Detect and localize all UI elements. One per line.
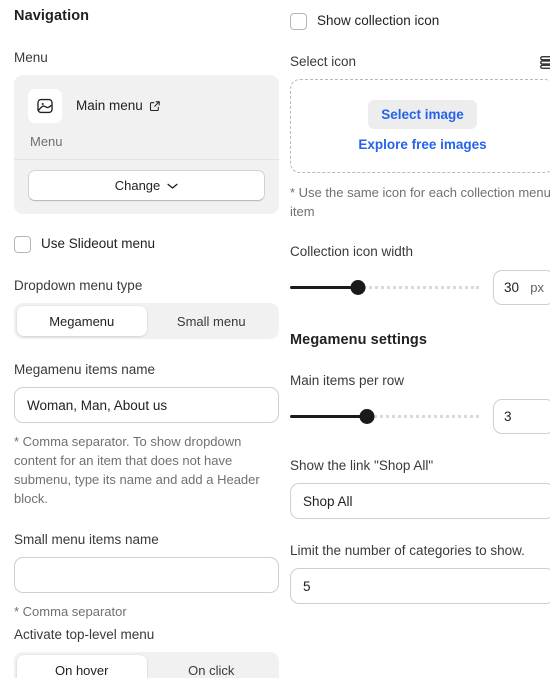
image-icon bbox=[36, 97, 54, 115]
segment-on-click[interactable]: On click bbox=[147, 655, 277, 678]
megamenu-items-name-label: Megamenu items name bbox=[14, 362, 156, 377]
megamenu-settings-title: Megamenu settings bbox=[290, 332, 428, 348]
megamenu-items-name-help: * Comma separator. To show dropdown cont… bbox=[14, 434, 260, 506]
show-collection-icon-row[interactable]: Show collection icon bbox=[290, 11, 550, 31]
show-collection-icon-label: Show collection icon bbox=[317, 13, 440, 28]
change-menu-label: Change bbox=[114, 178, 161, 193]
menu-resource-name: Main menu bbox=[76, 98, 143, 113]
slider-track-remaining bbox=[367, 415, 479, 418]
activate-top-level-menu-label: Activate top-level menu bbox=[14, 627, 155, 642]
external-link-icon[interactable] bbox=[149, 100, 161, 112]
use-slideout-menu-label: Use Slideout menu bbox=[41, 236, 156, 251]
collection-icon-width-slider[interactable] bbox=[290, 278, 479, 298]
main-items-per-row-label: Main items per row bbox=[290, 373, 405, 388]
chevron-down-icon bbox=[167, 182, 178, 190]
segment-megamenu[interactable]: Megamenu bbox=[17, 306, 147, 336]
show-collection-icon-checkbox[interactable] bbox=[290, 12, 307, 30]
slider-thumb[interactable] bbox=[350, 280, 366, 295]
small-menu-items-name-label: Small menu items name bbox=[14, 532, 159, 547]
slider-track-filled bbox=[290, 415, 368, 418]
dropdown-menu-type-segmented[interactable]: Megamenu Small menu bbox=[14, 303, 279, 339]
slider-thumb[interactable] bbox=[359, 409, 375, 424]
select-icon-label: Select icon bbox=[290, 54, 357, 69]
collection-icon-width-row: px bbox=[290, 270, 550, 305]
slider-track-remaining bbox=[358, 286, 479, 289]
menu-resource-row: Main menu bbox=[28, 89, 265, 123]
shop-all-input[interactable] bbox=[290, 483, 550, 519]
select-icon-help: * Use the same icon for each collection … bbox=[290, 185, 550, 219]
collection-icon-width-label: Collection icon width bbox=[290, 244, 414, 259]
page-title: Navigation bbox=[14, 8, 90, 24]
main-items-per-row-input[interactable] bbox=[504, 409, 544, 424]
use-slideout-menu-row[interactable]: Use Slideout menu bbox=[14, 234, 279, 254]
menu-thumbnail bbox=[28, 89, 62, 123]
limit-categories-input[interactable] bbox=[290, 568, 550, 604]
menu-resource-subtitle: Menu bbox=[30, 134, 63, 149]
slider-track-filled bbox=[290, 286, 359, 289]
main-items-per-row-row bbox=[290, 399, 550, 434]
shop-all-label: Show the link "Shop All" bbox=[290, 458, 434, 473]
main-items-per-row-numberbox[interactable] bbox=[493, 399, 550, 434]
main-items-per-row-slider[interactable] bbox=[290, 407, 479, 427]
change-menu-button[interactable]: Change bbox=[28, 170, 265, 201]
megamenu-items-name-input[interactable] bbox=[14, 387, 279, 423]
navigation-settings-panel: Navigation Menu Main menu Menu Change Us… bbox=[0, 0, 550, 678]
collection-icon-width-input[interactable] bbox=[504, 280, 525, 295]
left-column: Navigation Menu Main menu Menu Change Us… bbox=[14, 0, 279, 678]
collection-icon-width-unit: px bbox=[530, 280, 544, 295]
database-icon bbox=[538, 54, 550, 71]
limit-categories-label: Limit the number of categories to show. bbox=[290, 543, 525, 558]
segment-on-hover[interactable]: On hover bbox=[17, 655, 147, 678]
use-slideout-menu-checkbox[interactable] bbox=[14, 235, 31, 253]
icon-dropzone[interactable]: Select image Explore free images bbox=[290, 79, 550, 173]
menu-resource-body: Main menu Menu bbox=[14, 75, 279, 159]
dropdown-menu-type-label: Dropdown menu type bbox=[14, 278, 143, 293]
activate-top-level-menu-segmented[interactable]: On hover On click bbox=[14, 652, 279, 678]
select-image-button[interactable]: Select image bbox=[368, 100, 477, 129]
collection-icon-width-numberbox[interactable]: px bbox=[493, 270, 550, 305]
menu-resource-footer: Change bbox=[14, 159, 279, 214]
right-column: Show collection icon Select icon Select … bbox=[290, 0, 550, 604]
menu-field-label: Menu bbox=[14, 50, 48, 65]
menu-resource-card: Main menu Menu Change bbox=[14, 75, 279, 214]
small-menu-items-name-help: * Comma separator bbox=[14, 604, 127, 619]
select-icon-label-row: Select icon bbox=[290, 52, 550, 72]
menu-resource-name-row: Main menu bbox=[76, 97, 161, 115]
small-menu-items-name-input[interactable] bbox=[14, 557, 279, 593]
explore-free-images-link[interactable]: Explore free images bbox=[358, 137, 486, 152]
segment-small-menu[interactable]: Small menu bbox=[147, 306, 277, 336]
